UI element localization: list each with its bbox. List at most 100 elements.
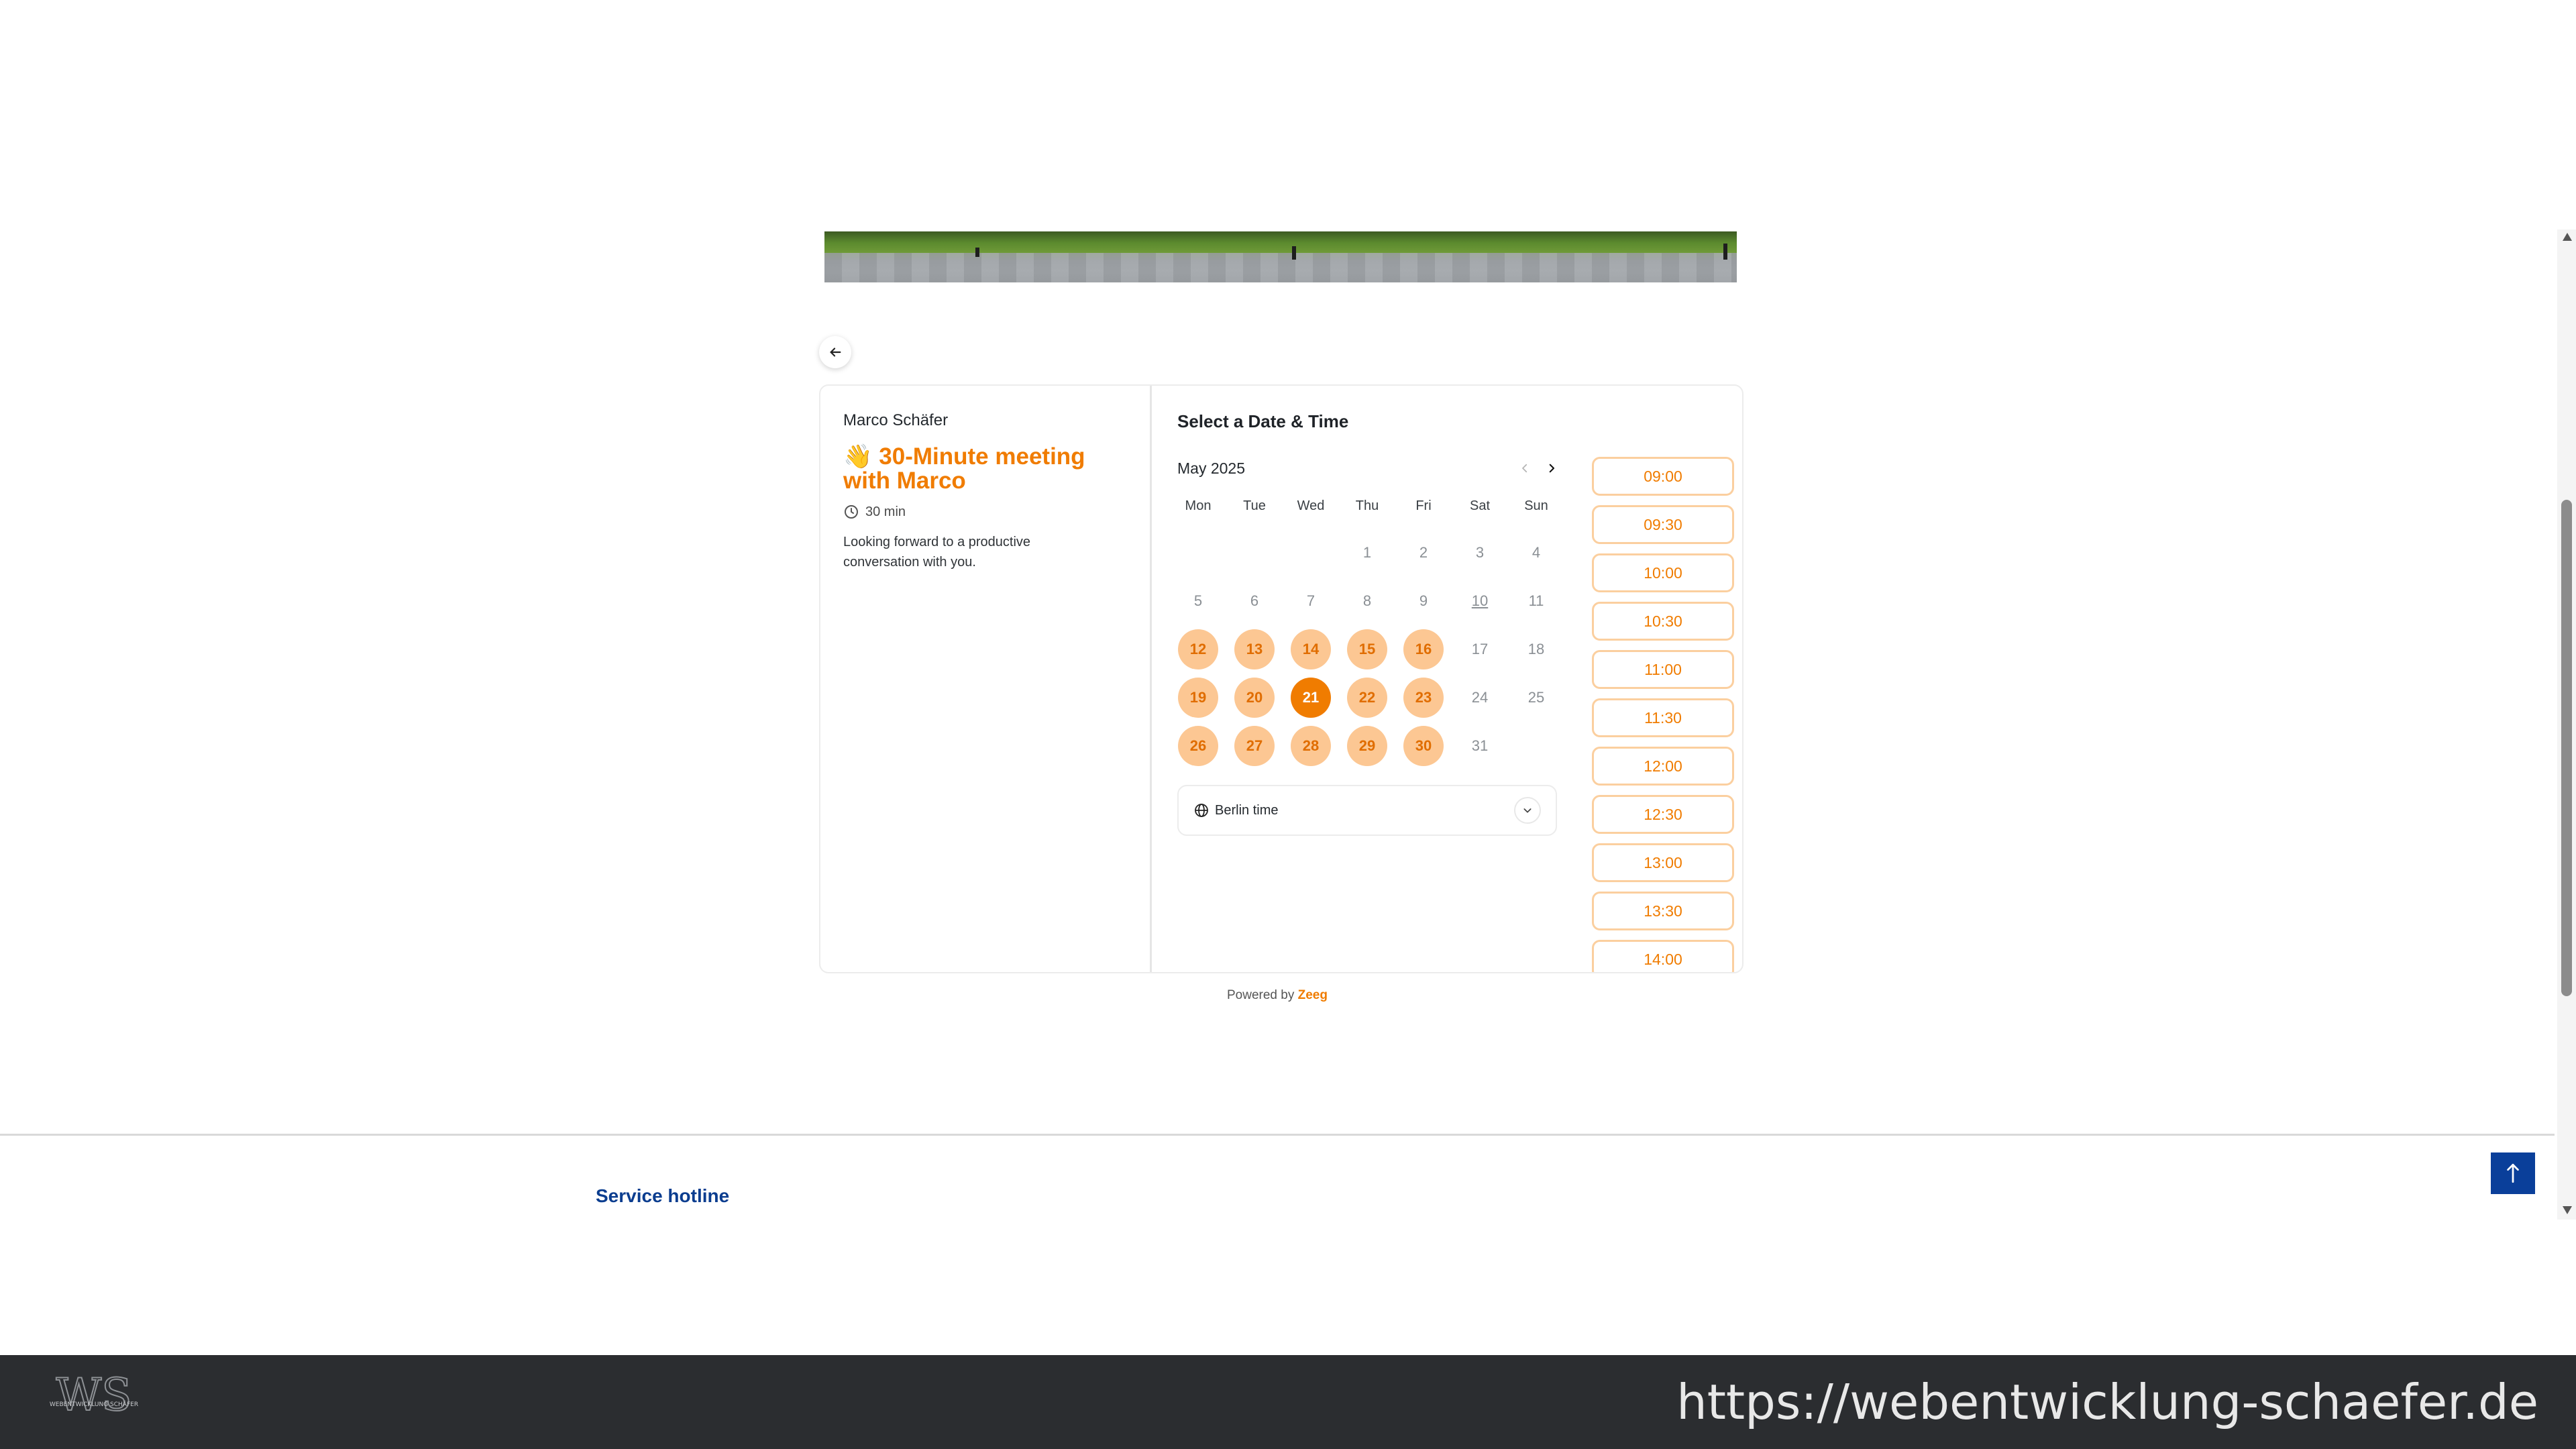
time-slot-button[interactable]: 11:30 [1592,698,1734,737]
timezone-select[interactable]: Berlin time [1177,785,1557,836]
calendar-day-number: 27 [1234,726,1275,766]
weekday-label: Fri [1415,498,1432,513]
calendar-day-number: 1 [1362,544,1372,561]
calendar-day: 24 [1452,674,1508,722]
calendar-day-number: 21 [1291,678,1331,718]
time-slot-list: 09:00 09:30 10:00 10:30 11:00 11:30 12:00 12:30… [1592,457,1734,972]
calendar-day[interactable]: 26 [1170,722,1226,770]
scrollbar-thumb[interactable] [2561,500,2572,996]
calendar-day[interactable]: 30 [1395,722,1452,770]
calendar-day-number: 28 [1291,726,1331,766]
calendar-day-number: 20 [1234,678,1275,718]
calendar-day-number: 13 [1234,629,1275,669]
scheduler-panel: Select a Date & Time May 2025 Mon Tue Wed T… [1154,386,1742,972]
calendar-day-number: 8 [1362,592,1372,609]
ws-logo: WS WEBENTWICKLUNG SCHÄFER [50,1371,138,1421]
calendar-day: 9 [1395,577,1452,625]
scroll-up-arrow-icon[interactable] [2563,233,2572,241]
calendar-empty-cell [1170,529,1226,577]
calendar-day[interactable]: 29 [1339,722,1395,770]
time-slot-button[interactable]: 11:00 [1592,650,1734,689]
calendar-day[interactable]: 14 [1283,625,1339,674]
time-slot-button[interactable]: 09:00 [1592,457,1734,496]
calendar-day-number [1234,533,1275,573]
next-month-button[interactable] [1542,458,1562,478]
time-slot-button[interactable]: 10:30 [1592,602,1734,641]
weekday-label: Mon [1185,498,1212,513]
footer-divider [0,1134,2555,1136]
calendar-day[interactable]: 16 [1395,625,1452,674]
calendar-day-number: 10 [1471,592,1489,609]
calendar-day[interactable]: 23 [1395,674,1452,722]
timezone-dropdown-toggle[interactable] [1514,797,1541,824]
calendar-day-number: 17 [1471,641,1489,657]
calendar-empty-cell [1283,529,1339,577]
calendar-day-number: 3 [1475,544,1485,561]
calendar-day-number: 23 [1403,678,1444,718]
event-description: Looking forward to a productive conversa… [843,535,1031,570]
time-slot-button[interactable]: 12:30 [1592,795,1734,834]
calendar-day-number: 16 [1403,629,1444,669]
calendar-day-number: 24 [1471,689,1489,706]
weekday-label: Tue [1243,498,1266,513]
calendar-day[interactable]: 28 [1283,722,1339,770]
calendar-day-number: 15 [1347,629,1387,669]
service-hotline-link[interactable]: Service hotline [596,1185,729,1207]
calendar-day[interactable]: 22 [1339,674,1395,722]
calendar-day-number: 7 [1306,592,1316,609]
chevron-down-icon [1523,808,1532,813]
arrow-up-icon [2507,1163,2519,1183]
calendar-day: 25 [1508,674,1564,722]
clock-icon [845,505,858,519]
previous-month-button[interactable] [1515,458,1535,478]
time-slot-button[interactable]: 14:00 [1592,940,1734,972]
calendar-day: 11 [1508,577,1564,625]
chevron-right-icon [1549,464,1555,473]
chevron-left-icon [1522,464,1527,473]
calendar-day-number: 26 [1178,726,1218,766]
calendar-day-grid: 1 2 3 4 5 6 7 8 9 10 11 12 13 14 15 16 17 18 19 20 21 22 23 24 2… [1170,529,1566,770]
weekday-label: Wed [1297,498,1325,513]
duration-row: 30 min [843,504,1127,520]
calendar-day: 4 [1508,529,1564,577]
time-slot-button[interactable]: 12:00 [1592,747,1734,786]
logo-letters: WS [56,1371,131,1421]
calendar-empty-cell [1226,529,1283,577]
time-slot-button[interactable]: 13:00 [1592,843,1734,882]
header-banner-image [824,231,1737,282]
calendar-day: 2 [1395,529,1452,577]
calendar-day[interactable]: 19 [1170,674,1226,722]
time-slot-button[interactable]: 09:30 [1592,505,1734,544]
calendar-day: 10 [1452,577,1508,625]
calendar-day[interactable]: 21 [1283,674,1339,722]
calendar-day-number: 9 [1419,592,1428,609]
month-label: May 2025 [1177,460,1246,477]
calendar-day: 1 [1339,529,1395,577]
calendar-day: 8 [1339,577,1395,625]
scroll-down-arrow-icon[interactable] [2563,1206,2572,1214]
back-button[interactable] [819,336,851,368]
calendar-day-number: 29 [1347,726,1387,766]
calendar-day[interactable]: 12 [1170,625,1226,674]
calendar-day-number: 4 [1532,544,1541,561]
time-slot-button[interactable]: 13:30 [1592,892,1734,930]
calendar-day-number: 19 [1178,678,1218,718]
weekday-header: Mon Tue Wed Thu Fri Sat Sun [1170,498,1566,514]
calendar-day-number: 31 [1471,737,1489,754]
calendar-day[interactable]: 15 [1339,625,1395,674]
calendar-day[interactable]: 27 [1226,722,1283,770]
calendar-day: 7 [1283,577,1339,625]
weekday-label: Sun [1524,498,1548,513]
calendar-day-number: 18 [1527,641,1545,657]
weekday-label: Sat [1469,498,1491,513]
calendar-day-number: 25 [1527,689,1545,706]
zeeg-link[interactable]: Zeeg [1298,988,1328,1002]
calendar-day[interactable]: 13 [1226,625,1283,674]
calendar-day: 6 [1226,577,1283,625]
booking-card: Marco Schäfer 👋 30-Minute meeting with M… [819,384,1743,973]
time-slot-button[interactable]: 10:00 [1592,553,1734,592]
calendar-day-number: 2 [1419,544,1428,561]
scroll-to-top-button[interactable] [2491,1152,2535,1194]
calendar-day-number: 5 [1193,592,1203,609]
calendar-day[interactable]: 20 [1226,674,1283,722]
